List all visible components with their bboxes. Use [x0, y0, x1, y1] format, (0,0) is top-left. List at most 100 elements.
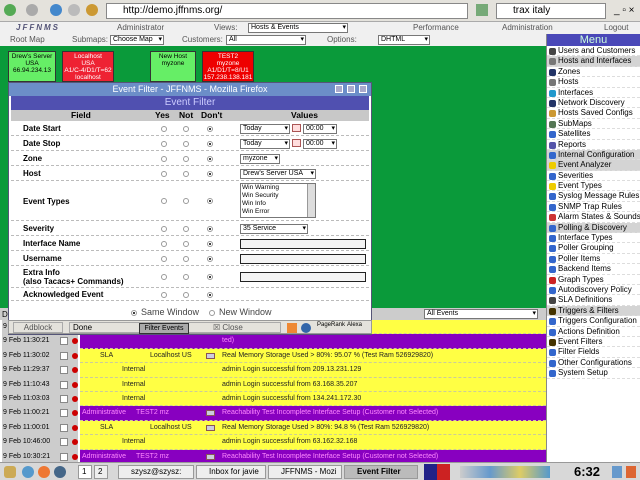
value-select[interactable]: Drew's Server USA	[240, 168, 316, 179]
taskbar-task[interactable]: JFFNMS - Mozi	[268, 465, 342, 479]
menu-item[interactable]: Alarm States & Sounds	[547, 212, 640, 223]
yes-radio[interactable]	[161, 170, 167, 177]
dont-radio[interactable]	[207, 140, 213, 147]
menu-item[interactable]: Hosts	[547, 77, 640, 88]
desktop-2[interactable]: 2	[94, 465, 108, 479]
value-select[interactable]: myzone	[240, 153, 280, 164]
taskbar-task[interactable]: Event Filter	[344, 465, 418, 479]
not-radio[interactable]	[183, 140, 189, 147]
list-option[interactable]: Win Security	[242, 192, 315, 200]
stop-icon[interactable]	[68, 4, 80, 16]
list-option[interactable]: Win Warning	[242, 184, 315, 192]
event-types-list[interactable]: Win Warning Win Security Win Info Win Error	[240, 183, 316, 218]
dont-radio[interactable]	[207, 125, 213, 132]
firefox-icon[interactable]	[38, 466, 50, 478]
yes-radio[interactable]	[161, 198, 167, 204]
not-radio[interactable]	[183, 155, 189, 162]
close-icon[interactable]	[359, 85, 367, 93]
yes-radio[interactable]	[161, 225, 167, 232]
dont-radio[interactable]	[207, 274, 213, 280]
dont-radio[interactable]	[207, 255, 213, 262]
yes-radio[interactable]	[161, 240, 167, 247]
logout-icon[interactable]	[626, 466, 636, 478]
dont-radio[interactable]	[207, 198, 213, 204]
menu-item[interactable]: SubMaps	[547, 119, 640, 130]
value-input[interactable]	[240, 238, 366, 249]
menu-item[interactable]: Other Configurations	[547, 358, 640, 369]
window-controls[interactable]: _ ▫ ×	[614, 5, 635, 16]
host-box[interactable]: TEST2 myzone A1/D1/T=8/U1 157.238.138.181	[202, 51, 254, 82]
ack-checkbox[interactable]	[60, 395, 68, 403]
dont-radio[interactable]	[207, 291, 213, 298]
menu-item[interactable]: Polling & Discovery	[547, 222, 640, 234]
menu-item[interactable]: Graph Types	[547, 275, 640, 285]
menu-item[interactable]: Actions Definition	[547, 327, 640, 337]
ack-checkbox[interactable]	[60, 351, 68, 360]
thunderbird-icon[interactable]	[54, 466, 66, 478]
menu-item[interactable]: Interfaces	[547, 88, 640, 98]
menu-item[interactable]: Event Filters	[547, 337, 640, 348]
yes-radio[interactable]	[161, 140, 167, 147]
yes-radio[interactable]	[161, 155, 167, 162]
dont-radio[interactable]	[207, 155, 213, 162]
yes-radio[interactable]	[161, 125, 167, 132]
submaps-select[interactable]: Choose Map	[110, 35, 164, 45]
go-icon[interactable]	[476, 4, 488, 16]
not-radio[interactable]	[183, 274, 189, 280]
dont-radio[interactable]	[207, 225, 213, 232]
reload-icon[interactable]	[50, 4, 62, 16]
dont-radio[interactable]	[207, 170, 213, 177]
menu-item[interactable]: Syslog Message Rules	[547, 191, 640, 202]
rss-icon[interactable]	[287, 323, 297, 333]
menu-item[interactable]: Hosts Saved Configs	[547, 108, 640, 119]
host-box[interactable]: Drew's Server USA 66.94.234.13	[8, 51, 56, 82]
info-icon[interactable]	[301, 323, 311, 333]
dont-radio[interactable]	[207, 240, 213, 247]
ack-checkbox[interactable]	[60, 366, 68, 375]
menu-item[interactable]: Severities	[547, 171, 640, 182]
options-select[interactable]: DHTML	[378, 35, 430, 45]
event-row[interactable]: 9 Feb 11:00:01 SLA Localhost US Real Memory…	[0, 420, 546, 436]
time-select[interactable]: 00:00	[303, 123, 337, 134]
menu-item[interactable]: Reports	[547, 140, 640, 150]
menu-item[interactable]: Interface Types	[547, 233, 640, 244]
not-radio[interactable]	[183, 291, 189, 298]
host-box[interactable]: Localhost USA A1/C-4/D1/T=62 localhost	[62, 51, 114, 82]
ack-checkbox[interactable]	[60, 337, 68, 346]
value-input[interactable]	[240, 253, 366, 264]
taskbar-task[interactable]: Inbox for javie	[196, 465, 266, 479]
event-row[interactable]: 9 Feb 11:29:37 Internal admin Login succes…	[0, 363, 546, 378]
lock-screen-icon[interactable]	[612, 466, 622, 478]
menu-item[interactable]: SLA Definitions	[547, 295, 640, 306]
calendar-icon[interactable]	[292, 138, 301, 147]
ack-checkbox[interactable]	[60, 423, 68, 432]
value-input[interactable]	[240, 272, 366, 282]
minimize-icon[interactable]	[335, 85, 343, 93]
menu-item[interactable]: SNMP Trap Rules	[547, 202, 640, 213]
pager-icon[interactable]	[424, 464, 450, 480]
not-radio[interactable]	[183, 170, 189, 177]
ack-checkbox[interactable]	[60, 409, 68, 418]
administration-link[interactable]: Administration	[502, 23, 553, 32]
event-row[interactable]: 9 Feb 11:10:43 Internal admin Login succes…	[0, 377, 546, 392]
events-filter-select[interactable]: All Events	[424, 309, 538, 319]
value-select[interactable]: 35 Service	[240, 223, 308, 234]
menu-item[interactable]: Poller Grouping	[547, 243, 640, 254]
date-select[interactable]: Today	[240, 123, 290, 134]
yes-radio[interactable]	[161, 291, 167, 298]
time-select[interactable]: 00:00	[303, 138, 337, 149]
konqueror-icon[interactable]	[22, 466, 34, 478]
menu-item[interactable]: Event Analyzer	[547, 160, 640, 171]
menu-item[interactable]: Filter Fields	[547, 347, 640, 358]
menu-item[interactable]: System Setup	[547, 368, 640, 379]
kde-menu-icon[interactable]	[4, 466, 16, 478]
event-row[interactable]: 9 Feb 11:30:02 SLA Localhost US Real Memory…	[0, 348, 546, 364]
ack-checkbox[interactable]	[60, 438, 68, 447]
adblock-button[interactable]: Adblock	[13, 322, 63, 333]
menu-item[interactable]: Satellites	[547, 129, 640, 140]
menu-item[interactable]: Poller Items	[547, 254, 640, 265]
taskbar-task[interactable]: szysz@szysz:	[118, 465, 194, 479]
menu-item[interactable]: Hosts and Interfaces	[547, 56, 640, 67]
new-window-radio[interactable]	[209, 310, 215, 316]
not-radio[interactable]	[183, 198, 189, 204]
